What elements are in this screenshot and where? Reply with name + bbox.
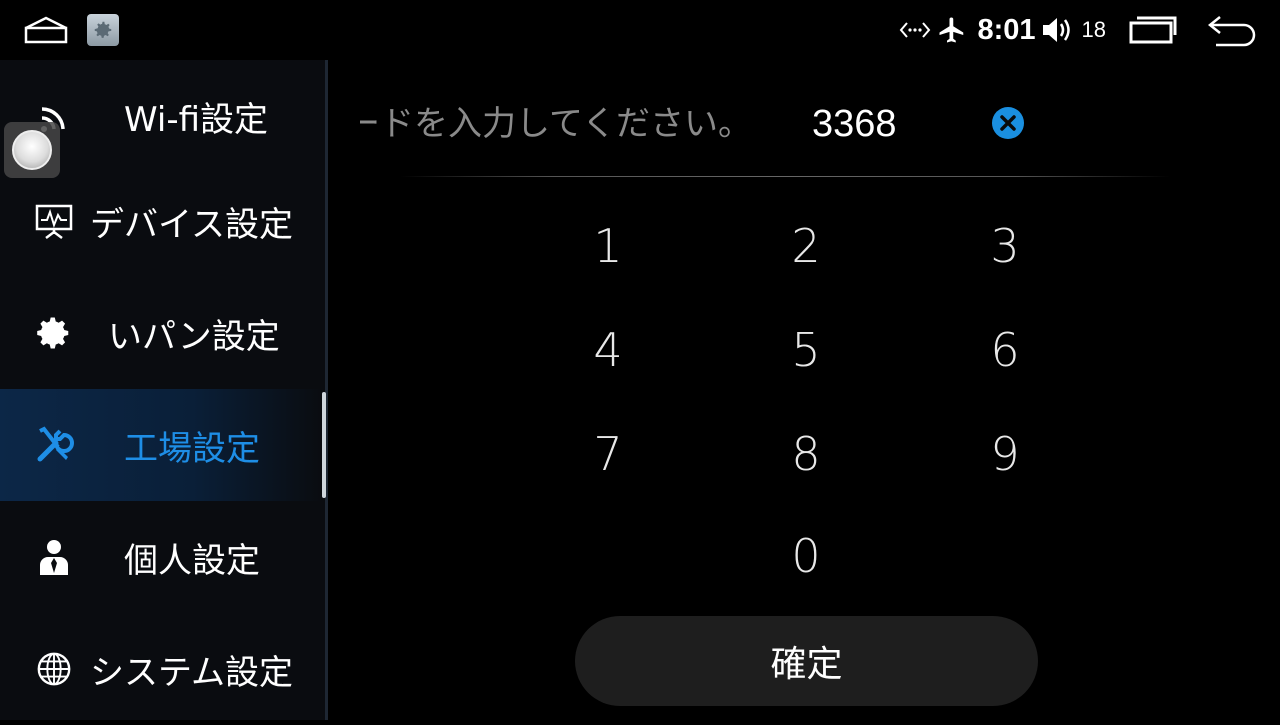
sidebar-divider (325, 60, 328, 720)
status-bar: 8:01 18 (0, 0, 1280, 60)
keypad-key-4[interactable]: 4 (548, 310, 668, 390)
sidebar-item-label: デバイス設定 (90, 204, 293, 245)
password-input[interactable]: 3368 (812, 92, 897, 156)
settings-sidebar: Wi-fi設定 デバイス設定 いパン設定 工場設定 個人設定 システム設定 (0, 60, 325, 720)
sidebar-item-label: システム設定 (90, 652, 293, 693)
confirm-button[interactable]: 確定 (575, 616, 1038, 706)
airplane-mode-icon (939, 17, 964, 43)
keypad-key-9[interactable]: 9 (945, 414, 1065, 494)
back-icon[interactable] (1206, 13, 1258, 47)
input-underline (400, 176, 1170, 177)
sidebar-item-label: Wi-fi設定 (124, 99, 269, 140)
keypad-key-8[interactable]: 8 (746, 414, 866, 494)
keypad-key-5[interactable]: 5 (746, 310, 866, 390)
sidebar-item-factory[interactable]: 工場設定 (0, 389, 322, 501)
wrench-screwdriver-icon (34, 425, 74, 465)
assistive-touch-button[interactable] (4, 122, 60, 178)
globe-icon (34, 649, 74, 689)
sidebar-item-display[interactable]: いパン設定 (0, 277, 322, 389)
clock: 8:01 (977, 13, 1036, 46)
home-icon[interactable] (22, 14, 70, 46)
keypad-key-0[interactable]: 0 (746, 516, 866, 596)
sidebar-item-label: いパン設定 (108, 316, 280, 357)
sidebar-item-personal[interactable]: 個人設定 (0, 501, 322, 613)
volume-icon[interactable] (1040, 15, 1074, 45)
keypad-key-1[interactable]: 1 (548, 206, 668, 286)
settings-app-icon[interactable] (87, 14, 119, 46)
keypad-key-7[interactable]: 7 (548, 414, 668, 494)
data-transfer-icon (900, 22, 931, 38)
sidebar-item-device[interactable]: デバイス設定 (0, 165, 322, 277)
sidebar-item-label: 個人設定 (124, 540, 260, 581)
keypad-key-6[interactable]: 6 (945, 310, 1065, 390)
sidebar-item-label: 工場設定 (124, 428, 260, 469)
sidebar-scrollbar[interactable] (322, 392, 326, 498)
volume-level: 18 (1081, 17, 1106, 42)
keypad-key-3[interactable]: 3 (945, 206, 1065, 286)
clear-circle-icon[interactable] (991, 106, 1025, 140)
keypad-key-2[interactable]: 2 (746, 206, 866, 286)
recent-apps-icon[interactable] (1128, 15, 1178, 45)
password-prompt: パスワードを入力してください。 (360, 104, 752, 144)
gear-icon (94, 21, 112, 38)
monitor-pulse-icon (34, 201, 74, 241)
gear-icon (34, 313, 74, 353)
sidebar-item-system[interactable]: システム設定 (0, 613, 322, 725)
person-icon (34, 537, 74, 577)
